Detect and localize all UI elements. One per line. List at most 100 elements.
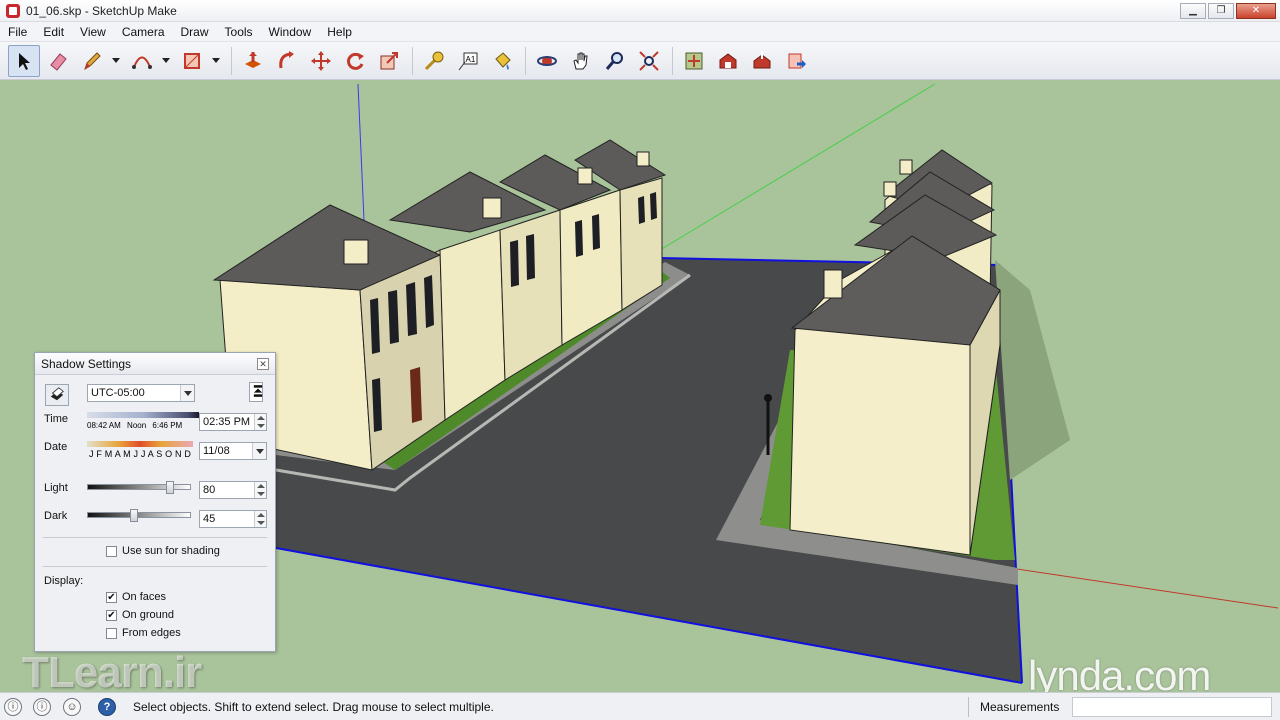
share-model-tool-button[interactable] [712, 45, 744, 77]
time-spinner[interactable] [254, 414, 266, 430]
date-slider-track [87, 441, 193, 447]
follow-me-tool-button[interactable] [271, 45, 303, 77]
window-title: 01_06.skp - SketchUp Make [26, 3, 177, 18]
select-tool-button[interactable] [8, 44, 40, 77]
dark-spinner[interactable] [254, 511, 266, 527]
from-edges-label: From edges [122, 627, 181, 639]
time-input[interactable]: 02:35 PM [199, 413, 267, 431]
menu-bar: File Edit View Camera Draw Tools Window … [0, 22, 1280, 42]
pencil-dropdown-arrow[interactable] [110, 45, 122, 77]
arc-dropdown-arrow[interactable] [160, 45, 172, 77]
shadow-settings-titlebar[interactable]: Shadow Settings ✕ [35, 353, 275, 375]
on-faces-checkbox[interactable]: ✔ [106, 592, 117, 603]
light-spinner[interactable] [254, 482, 266, 498]
collapse-icon [253, 385, 263, 397]
display-label: Display: [44, 575, 84, 587]
help-icon[interactable]: ? [98, 698, 116, 716]
time-label: Time [44, 413, 69, 425]
light-slider[interactable] [87, 484, 191, 490]
main-toolbar: A1 [0, 42, 1280, 80]
arc-tool-button[interactable] [126, 45, 158, 77]
toolbar-separator [231, 46, 232, 75]
menu-tools[interactable]: Tools [217, 25, 261, 39]
extension-warehouse-tool-button[interactable] [746, 45, 778, 77]
shadow-toggle-icon [50, 387, 64, 401]
rectangle-tool-button[interactable] [176, 45, 208, 77]
dark-slider-thumb[interactable] [129, 509, 138, 522]
geolocation-icon[interactable]: ⓘ [4, 698, 22, 716]
light-label: Light [44, 482, 68, 494]
close-button[interactable]: ✕ [1236, 3, 1276, 19]
light-slider-thumb[interactable] [166, 481, 175, 494]
select-arrow-icon [19, 52, 30, 70]
user-account-icon[interactable]: ☺ [63, 698, 81, 716]
scale-icon [380, 51, 398, 69]
use-sun-checkbox[interactable] [106, 546, 117, 557]
tlearn-watermark: TLearn.ir [22, 648, 202, 697]
paint-bucket-tool-button[interactable] [486, 45, 518, 77]
time-slider-track [87, 412, 199, 418]
calendar-dropdown-icon[interactable] [252, 443, 266, 459]
menu-view[interactable]: View [72, 25, 114, 39]
minimize-button[interactable]: ▁ [1180, 3, 1206, 19]
text-tool-button[interactable]: A1 [452, 45, 484, 77]
tape-measure-tool-button[interactable] [418, 45, 450, 77]
rotate-tool-button[interactable] [339, 45, 371, 77]
map-location-icon [685, 52, 703, 69]
panel-close-icon[interactable]: ✕ [257, 358, 269, 370]
sunrise-time: 08:42 AM [87, 421, 121, 430]
send-to-layout-tool-button[interactable] [780, 45, 812, 77]
dark-label: Dark [44, 510, 68, 522]
from-edges-checkbox[interactable] [106, 628, 117, 639]
light-input[interactable]: 80 [199, 481, 267, 499]
menu-draw[interactable]: Draw [173, 25, 217, 39]
maximize-button[interactable]: ❐ [1208, 3, 1234, 19]
pan-tool-button[interactable] [565, 45, 597, 77]
use-sun-label: Use sun for shading [122, 545, 220, 557]
eraser-tool-button[interactable] [42, 45, 74, 77]
sketchup-app-icon [6, 3, 20, 18]
menu-file[interactable]: File [0, 25, 35, 39]
dark-input[interactable]: 45 [199, 510, 267, 528]
month-labels: J F M A M J J A S O N D [89, 449, 192, 459]
toggle-shadows-button[interactable] [45, 384, 69, 406]
menu-edit[interactable]: Edit [35, 25, 72, 39]
text-label-icon: A1 [458, 52, 478, 70]
on-faces-label: On faces [122, 591, 167, 603]
paint-bucket-icon [495, 51, 511, 70]
menu-camera[interactable]: Camera [114, 25, 173, 39]
measurements-input[interactable] [1072, 697, 1272, 717]
zoom-tool-button[interactable] [599, 45, 631, 77]
menu-window[interactable]: Window [261, 25, 320, 39]
orbit-icon [537, 55, 557, 66]
credits-icon[interactable]: ⓘ [33, 698, 51, 716]
orbit-tool-button[interactable] [531, 45, 563, 77]
window-controls: ▁ ❐ ✕ [1180, 3, 1276, 19]
pencil-tool-button[interactable] [76, 45, 108, 77]
date-slider[interactable]: J F M A M J J A S O N D [87, 441, 193, 463]
timezone-dropdown[interactable]: UTC-05:00 [87, 384, 195, 402]
push-pull-icon [245, 51, 261, 68]
move-tool-button[interactable] [305, 45, 337, 77]
tape-measure-icon [424, 51, 444, 70]
on-ground-checkbox[interactable]: ✔ [106, 610, 117, 621]
noon-label: Noon [127, 421, 147, 430]
time-value: 02:35 PM [203, 416, 251, 428]
rotate-icon [347, 52, 364, 70]
zoom-magnifier-icon [605, 51, 623, 70]
scale-tool-button[interactable] [373, 45, 405, 77]
menu-help[interactable]: Help [319, 25, 360, 39]
date-input[interactable]: 11/08 [199, 442, 267, 460]
rectangle-dropdown-arrow[interactable] [210, 45, 222, 77]
warehouse-tool-button[interactable] [678, 45, 710, 77]
push-pull-tool-button[interactable] [237, 45, 269, 77]
zoom-extents-tool-button[interactable] [633, 45, 665, 77]
collapse-details-button[interactable] [249, 382, 263, 402]
rectangle-icon [184, 52, 200, 69]
svg-text:A1: A1 [466, 55, 476, 64]
dark-slider[interactable] [87, 512, 191, 518]
shadow-settings-title: Shadow Settings [41, 356, 132, 371]
measurements-label: Measurements [980, 700, 1060, 714]
time-slider[interactable]: 08:42 AM Noon 6:46 PM [87, 412, 199, 434]
shadow-settings-dialog: Shadow Settings ✕ UTC-05:00 Time 08:42 A… [34, 352, 276, 652]
